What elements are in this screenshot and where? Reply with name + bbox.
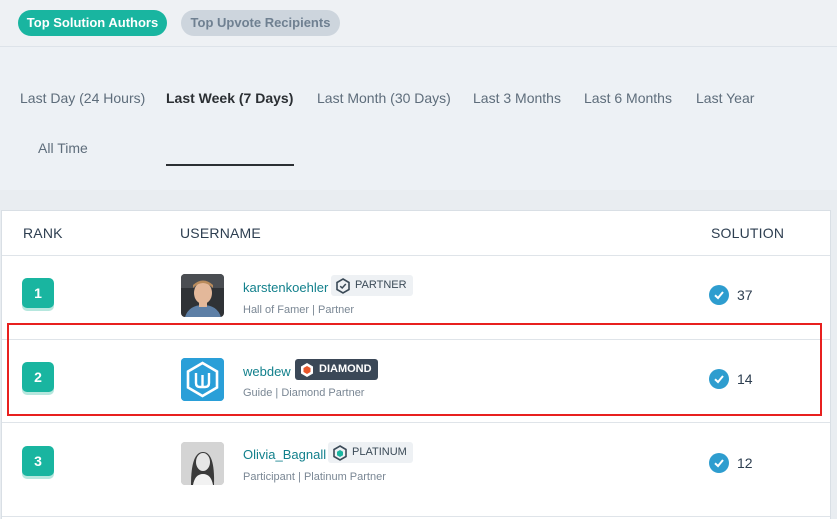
top-upvote-recipients-button[interactable]: Top Upvote Recipients [181,10,340,36]
rank-badge: 3 [22,446,54,476]
rank-badge: 2 [22,362,54,392]
partner-shield-icon [336,277,350,294]
time-period-filter: Last Day (24 Hours) Last Week (7 Days) L… [0,46,837,190]
tab-last-year[interactable]: Last Year [696,89,754,107]
top-solution-authors-button[interactable]: Top Solution Authors [18,10,167,36]
rank-badge: 1 [22,278,54,308]
solution-count-value: 37 [737,287,753,303]
platinum-hex-icon [333,444,347,461]
tab-last-6-months[interactable]: Last 6 Months [584,89,672,107]
tab-all-time[interactable]: All Time [38,139,88,157]
solution-column-header: SOLUTION [711,225,785,241]
solution-count: 14 [709,369,753,389]
user-subtitle: Participant | Platinum Partner [243,471,386,483]
tab-last-month[interactable]: Last Month (30 Days) [317,89,451,107]
user-subtitle: Hall of Famer | Partner [243,304,355,316]
row-divider [2,516,830,517]
leaderboard-toggle-bar: Top Solution Authors Top Upvote Recipien… [0,0,837,46]
check-icon [709,453,729,473]
webdew-logo-icon[interactable] [181,358,224,401]
solution-count-value: 12 [737,455,753,471]
user-photo-icon[interactable] [181,442,224,485]
diamond-badge: DIAMOND [295,359,378,380]
username-link[interactable]: webdew [243,364,291,379]
active-tab-underline [166,164,294,166]
username-link[interactable]: Olivia_Bagnall [243,447,326,462]
check-icon [709,285,729,305]
user-subtitle: Guide | Diamond Partner [243,387,365,399]
rank-column-header: RANK [23,225,63,241]
solution-count: 37 [709,285,753,305]
solution-count-value: 14 [737,371,753,387]
row-divider [2,255,830,256]
username-column-header: USERNAME [180,225,261,241]
partner-badge: PARTNER [331,275,413,296]
leaderboard-table: RANK USERNAME SOLUTION 1 karstenkoehler … [1,210,831,519]
user-photo-icon[interactable] [181,274,224,317]
badge-label: PLATINUM [352,446,407,458]
diamond-hex-icon [301,362,313,377]
row-divider [2,422,830,423]
platinum-badge: PLATINUM [328,442,413,463]
solution-count: 12 [709,453,753,473]
row-divider [2,339,830,340]
tab-last-week[interactable]: Last Week (7 Days) [166,89,293,107]
username-link[interactable]: karstenkoehler [243,280,328,295]
badge-label: PARTNER [355,279,407,291]
badge-label: DIAMOND [319,363,372,375]
check-icon [709,369,729,389]
tab-last-day[interactable]: Last Day (24 Hours) [20,89,145,107]
tab-last-3-months[interactable]: Last 3 Months [473,89,561,107]
